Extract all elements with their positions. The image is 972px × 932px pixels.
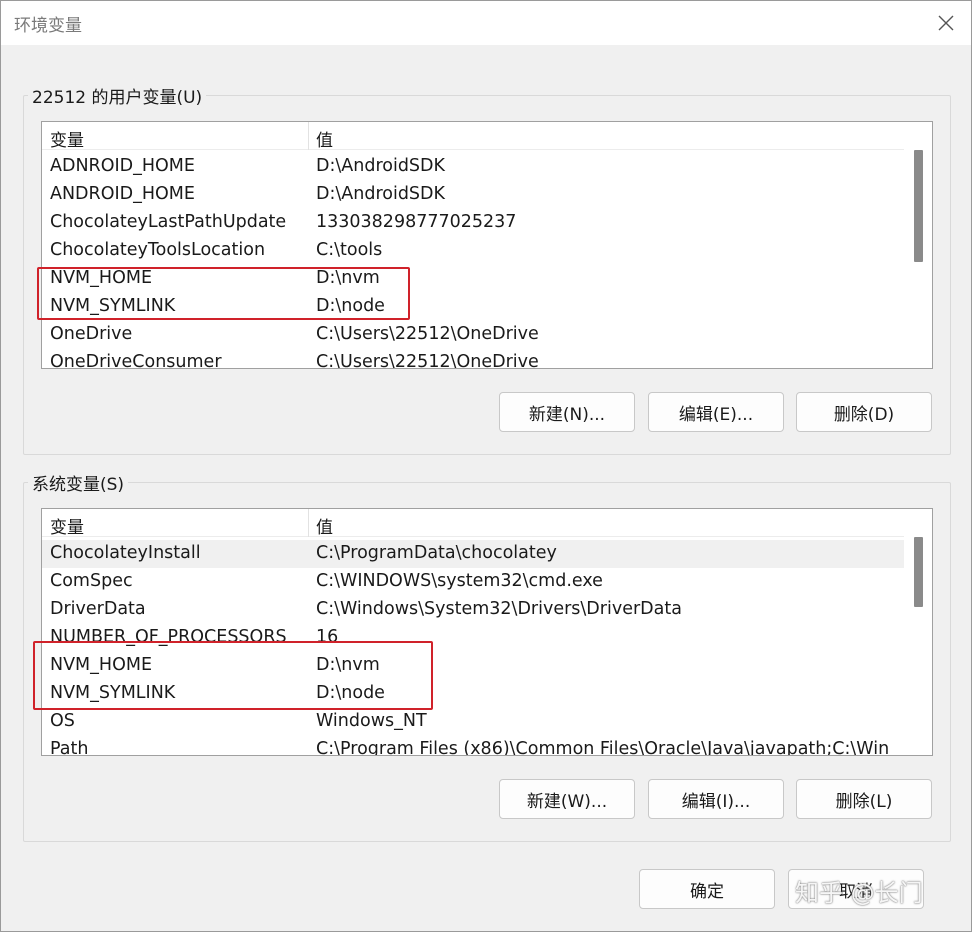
ok-button[interactable]: 确定 bbox=[639, 869, 775, 909]
vertical-scrollbar[interactable] bbox=[904, 509, 932, 755]
variable-value: C:\Users\22512\OneDrive bbox=[316, 352, 539, 369]
variable-name: DriverData bbox=[50, 599, 146, 619]
column-header-value[interactable]: 值 bbox=[316, 513, 333, 538]
system-nvm-highlight-box bbox=[33, 641, 433, 710]
variable-value: C:\Windows\System32\Drivers\DriverData bbox=[316, 599, 682, 619]
variable-value: D:\AndroidSDK bbox=[316, 184, 445, 204]
watermark: 知乎 @长门 bbox=[795, 879, 923, 907]
environment-variables-dialog: 环境变量 22512 的用户变量(U) 变量 值 ADNROID_HOME D:… bbox=[0, 0, 972, 932]
column-header-variable[interactable]: 变量 bbox=[50, 513, 84, 538]
variable-name: OneDriveConsumer bbox=[50, 352, 222, 369]
variable-name: ChocolateyLastPathUpdate bbox=[50, 212, 287, 232]
variable-value: C:\ProgramData\chocolatey bbox=[316, 543, 557, 563]
system-variables-list[interactable]: 变量 值 ChocolateyInstall C:\ProgramData\ch… bbox=[41, 508, 933, 756]
variable-name: OneDrive bbox=[50, 324, 133, 344]
user-nvm-highlight-box bbox=[37, 267, 410, 320]
system-variables-legend: 系统变量(S) bbox=[28, 470, 129, 495]
variable-name: Path bbox=[50, 739, 89, 756]
scrollbar-thumb[interactable] bbox=[914, 150, 923, 262]
table-row[interactable]: ComSpec C:\WINDOWS\system32\cmd.exe bbox=[42, 568, 904, 596]
variable-value: 133038298777025237 bbox=[316, 212, 517, 232]
dialog-title: 环境变量 bbox=[14, 16, 82, 36]
column-divider[interactable] bbox=[308, 122, 309, 150]
variable-value: C:\WINDOWS\system32\cmd.exe bbox=[316, 571, 603, 591]
user-delete-button[interactable]: 删除(D) bbox=[796, 392, 932, 432]
list-header: 变量 值 bbox=[42, 122, 904, 151]
table-row[interactable]: ADNROID_HOME D:\AndroidSDK bbox=[42, 153, 904, 181]
table-row[interactable]: Path C:\Program Files (x86)\Common Files… bbox=[42, 736, 904, 756]
column-header-variable[interactable]: 变量 bbox=[50, 126, 84, 151]
list-header: 变量 值 bbox=[42, 509, 904, 538]
variable-name: ComSpec bbox=[50, 571, 133, 591]
variable-value: C:\Program Files (x86)\Common Files\Orac… bbox=[316, 739, 890, 756]
table-row[interactable]: ANDROID_HOME D:\AndroidSDK bbox=[42, 181, 904, 209]
variable-value: C:\tools bbox=[316, 240, 383, 260]
system-delete-button[interactable]: 删除(L) bbox=[796, 779, 932, 819]
variable-name: OS bbox=[50, 711, 75, 731]
table-row[interactable]: ChocolateyToolsLocation C:\tools bbox=[42, 237, 904, 265]
user-new-button[interactable]: 新建(N)... bbox=[499, 392, 635, 432]
variable-name: ANDROID_HOME bbox=[50, 184, 195, 204]
table-row[interactable]: ChocolateyLastPathUpdate 133038298777025… bbox=[42, 209, 904, 237]
user-variables-list[interactable]: 变量 值 ADNROID_HOME D:\AndroidSDK ANDROID_… bbox=[41, 121, 933, 369]
column-divider[interactable] bbox=[308, 509, 309, 537]
variable-name: ChocolateyInstall bbox=[50, 543, 201, 563]
close-icon bbox=[938, 15, 954, 31]
user-variables-legend: 22512 的用户变量(U) bbox=[28, 83, 207, 108]
variable-value: D:\AndroidSDK bbox=[316, 156, 445, 176]
variable-name: ChocolateyToolsLocation bbox=[50, 240, 266, 260]
close-button[interactable] bbox=[929, 7, 963, 39]
column-header-value[interactable]: 值 bbox=[316, 126, 333, 151]
table-row[interactable]: OS Windows_NT bbox=[42, 708, 904, 736]
system-new-button[interactable]: 新建(W)... bbox=[499, 779, 635, 819]
scrollbar-thumb[interactable] bbox=[914, 537, 923, 607]
variable-value: Windows_NT bbox=[316, 711, 427, 731]
user-edit-button[interactable]: 编辑(E)... bbox=[648, 392, 784, 432]
vertical-scrollbar[interactable] bbox=[904, 122, 932, 368]
table-row[interactable]: DriverData C:\Windows\System32\Drivers\D… bbox=[42, 596, 904, 624]
system-edit-button[interactable]: 编辑(I)... bbox=[648, 779, 784, 819]
variable-value: C:\Users\22512\OneDrive bbox=[316, 324, 539, 344]
table-row[interactable]: OneDriveConsumer C:\Users\22512\OneDrive bbox=[42, 349, 904, 369]
title-bar: 环境变量 bbox=[1, 1, 971, 45]
table-row-selected[interactable]: ChocolateyInstall C:\ProgramData\chocola… bbox=[42, 540, 904, 568]
table-row[interactable]: OneDrive C:\Users\22512\OneDrive bbox=[42, 321, 904, 349]
variable-name: ADNROID_HOME bbox=[50, 156, 195, 176]
